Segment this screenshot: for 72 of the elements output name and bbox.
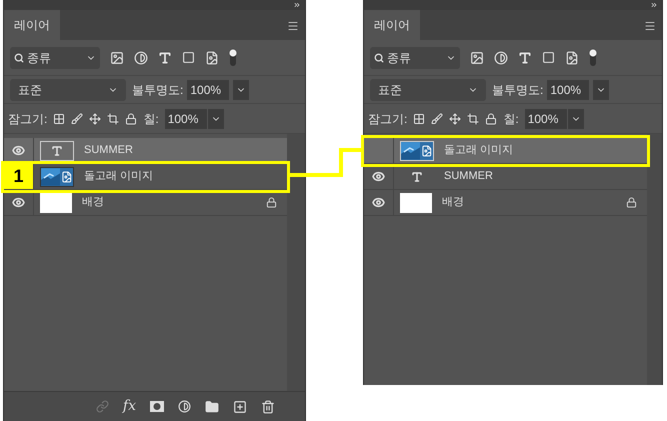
fill-field[interactable]: 100% <box>164 108 207 128</box>
eye-icon[interactable] <box>12 196 25 209</box>
folder-icon[interactable] <box>205 400 219 414</box>
fill-field[interactable]: 100% <box>524 108 567 128</box>
filter-dropdown[interactable]: 종류 <box>370 46 460 68</box>
lock-all-icon[interactable] <box>125 112 138 124</box>
layers-tab[interactable]: 레이어 <box>4 10 60 40</box>
image-filter-icon[interactable] <box>110 50 124 64</box>
opacity-label: 불투명도: <box>492 82 544 98</box>
opacity-field[interactable]: 100% <box>547 80 590 100</box>
background-layer-thumbnail <box>400 192 432 212</box>
shape-filter-icon[interactable] <box>542 51 555 64</box>
layer-name: 배경 <box>442 195 464 210</box>
layer-row[interactable]: 1 돌고래 이미지 <box>4 164 287 190</box>
lock-brush-icon[interactable] <box>71 112 84 124</box>
adjustment-filter-icon[interactable] <box>134 50 148 64</box>
eye-icon[interactable] <box>372 170 385 183</box>
lock-all-icon[interactable] <box>485 112 498 124</box>
search-icon <box>374 52 384 62</box>
shape-filter-icon[interactable] <box>182 51 195 64</box>
image-layer-thumbnail <box>400 140 434 160</box>
lock-transparency-icon[interactable] <box>413 112 426 124</box>
lock-artboard-icon[interactable] <box>467 112 480 124</box>
blend-mode-dropdown[interactable]: 표준 <box>10 78 126 100</box>
collapse-icon[interactable] <box>650 1 658 9</box>
new-layer-icon[interactable] <box>233 400 247 414</box>
search-icon <box>14 52 24 62</box>
layer-name: 돌고래 이미지 <box>84 169 154 184</box>
layer-name: 돌고래 이미지 <box>444 143 514 158</box>
layer-name: SUMMER <box>444 169 493 184</box>
lock-position-icon[interactable] <box>89 112 102 124</box>
text-layer-thumbnail <box>40 140 74 160</box>
adjustment-filter-icon[interactable] <box>494 50 508 64</box>
fill-label: 칠: <box>503 110 519 128</box>
text-layer-icon <box>411 170 423 182</box>
mask-icon[interactable] <box>150 401 164 412</box>
opacity-label: 불투명도: <box>132 82 184 98</box>
layers-tab[interactable]: 레이어 <box>364 10 420 40</box>
trash-icon[interactable] <box>261 400 275 414</box>
adjustment-layer-icon[interactable] <box>178 400 191 413</box>
background-layer-thumbnail <box>40 192 72 212</box>
smart-object-filter-icon[interactable] <box>565 50 579 64</box>
image-layer-thumbnail <box>40 166 74 186</box>
menu-icon[interactable] <box>644 20 656 32</box>
lock-label: 잠그기: <box>368 110 408 128</box>
layer-row[interactable]: 돌고래 이미지 <box>364 138 647 164</box>
blend-mode-dropdown[interactable]: 표준 <box>370 78 486 100</box>
eye-icon[interactable] <box>12 144 25 157</box>
layer-row[interactable]: 배경 <box>364 190 647 216</box>
lock-artboard-icon[interactable] <box>107 112 120 124</box>
scrollbar-track[interactable] <box>647 134 662 385</box>
opacity-field[interactable]: 100% <box>187 80 230 100</box>
effects-button[interactable]: fx <box>122 396 136 417</box>
lock-label: 잠그기: <box>8 110 48 128</box>
collapse-icon[interactable] <box>293 1 301 9</box>
scrollbar-track[interactable] <box>287 134 305 391</box>
layer-name: 배경 <box>82 195 104 210</box>
lock-position-icon[interactable] <box>449 112 462 124</box>
text-filter-icon[interactable] <box>158 50 172 64</box>
lock-brush-icon[interactable] <box>431 112 444 124</box>
filter-dropdown[interactable]: 종류 <box>10 46 100 68</box>
smart-object-filter-icon[interactable] <box>205 50 219 64</box>
eye-icon[interactable] <box>372 196 385 209</box>
image-filter-icon[interactable] <box>470 50 484 64</box>
text-filter-icon[interactable] <box>518 50 532 64</box>
filter-toggle-icon[interactable] <box>229 48 237 66</box>
menu-icon[interactable] <box>287 20 299 32</box>
lock-transparency-icon[interactable] <box>53 112 66 124</box>
filter-toggle-icon[interactable] <box>589 48 597 66</box>
layer-name: SUMMER <box>84 143 133 158</box>
fill-label: 칠: <box>143 110 159 128</box>
step-number: 1 <box>13 165 24 188</box>
